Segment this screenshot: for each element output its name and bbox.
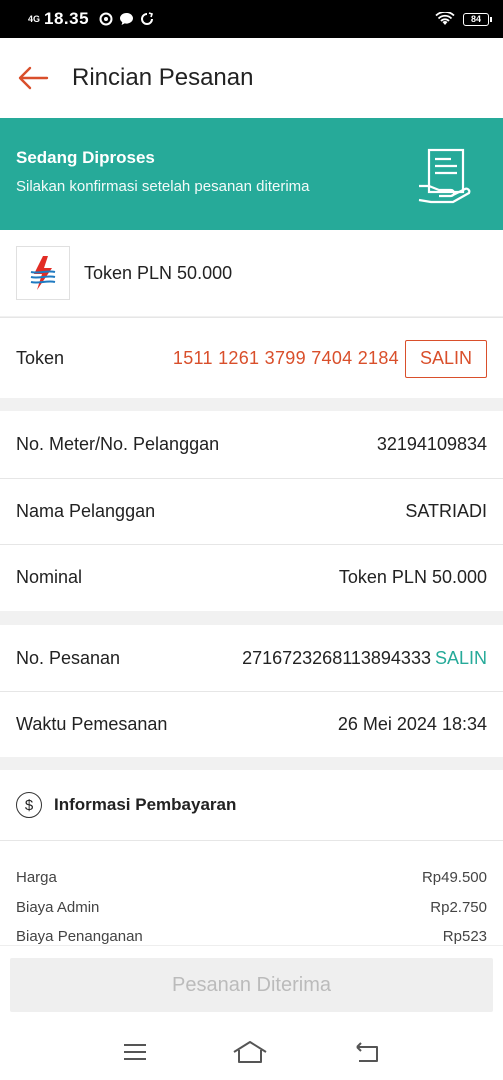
detail-row: Nominal Token PLN 50.000: [0, 544, 503, 611]
detail-value: 32194109834: [376, 433, 487, 454]
token-label: Token: [16, 348, 65, 368]
payment-line-value: Rp49.500: [421, 869, 487, 887]
detail-label: Nama Pelanggan: [16, 500, 156, 521]
dollar-circle-icon: $: [16, 792, 42, 818]
token-card: Token 1511 1261 3799 7404 2184 SALIN: [0, 317, 503, 398]
back-nav-icon[interactable]: [353, 1041, 381, 1063]
payment-header: $ Informasi Pembayaran: [0, 770, 503, 840]
receipt-hand-icon: [418, 148, 471, 204]
meter-details-card: No. Meter/No. Pelanggan 32194109834 Nama…: [0, 411, 503, 611]
home-icon[interactable]: [232, 1040, 268, 1064]
status-time: 18.35: [44, 9, 90, 28]
order-info-card: No. Pesanan 2716723268113894333 SALIN Wak…: [0, 625, 503, 757]
app-bar: Rincian Pesanan: [0, 38, 503, 118]
order-time-row: Waktu Pemesanan 26 Mei 2024 18:34: [0, 691, 503, 757]
notification-icons: [99, 12, 154, 26]
payment-line: Biaya Admin Rp2.750: [0, 893, 503, 923]
detail-value: Token PLN 50.000: [338, 567, 487, 588]
copy-token-button[interactable]: SALIN: [405, 339, 487, 378]
payment-title: Informasi Pembayaran: [54, 795, 237, 814]
order-status-banner: Sedang Diproses Silakan konfirmasi setel…: [0, 118, 503, 230]
detail-row: Nama Pelanggan SATRIADI: [0, 477, 503, 545]
order-time-label: Waktu Pemesanan: [16, 714, 168, 734]
order-number-value: 2716723268113894333: [242, 647, 431, 668]
order-received-button[interactable]: Pesanan Diterima: [10, 958, 493, 1012]
payment-line-label: Biaya Penanganan: [16, 928, 143, 946]
status-bar: 4G 18.35 84: [0, 0, 503, 38]
detail-value: SATRIADI: [405, 500, 487, 521]
page-title: Rincian Pesanan: [72, 64, 254, 91]
payment-line: Harga Rp49.500: [0, 863, 503, 893]
order-number-row: No. Pesanan 2716723268113894333 SALIN: [0, 625, 503, 691]
detail-label: Nominal: [16, 567, 83, 588]
detail-row: No. Meter/No. Pelanggan 32194109834: [0, 411, 503, 478]
system-nav-bar: [0, 1023, 503, 1080]
sync-icon: [141, 12, 154, 25]
pln-logo-icon: [30, 256, 56, 290]
settings-icon: [99, 12, 113, 26]
payment-line-label: Harga: [16, 869, 57, 887]
wifi-icon: [435, 12, 455, 25]
copy-order-number-button[interactable]: SALIN: [435, 648, 487, 668]
chat-icon: [120, 13, 134, 25]
order-time-value: 26 Mei 2024 18:34: [337, 714, 487, 734]
bottom-action-bar: Pesanan Diterima: [0, 945, 503, 1023]
payment-line-label: Biaya Admin: [16, 898, 100, 916]
back-button[interactable]: [16, 61, 50, 95]
token-value: 1511 1261 3799 7404 2184: [172, 348, 399, 368]
back-arrow-icon: [18, 66, 49, 90]
detail-label: No. Meter/No. Pelanggan: [16, 433, 220, 454]
network-indicator: 4G: [28, 13, 41, 24]
payment-line-value: Rp2.750: [430, 898, 487, 916]
payment-info-card: $ Informasi Pembayaran Harga Rp49.500 Bi…: [0, 770, 503, 945]
order-number-label: No. Pesanan: [16, 647, 121, 668]
pln-logo: [16, 246, 70, 300]
payment-line-value: Rp523: [442, 928, 487, 946]
product-name: Token PLN 50.000: [84, 262, 233, 283]
product-card: Token PLN 50.000: [0, 230, 503, 316]
battery-icon: 84: [463, 12, 492, 26]
menu-icon[interactable]: [122, 1042, 148, 1062]
